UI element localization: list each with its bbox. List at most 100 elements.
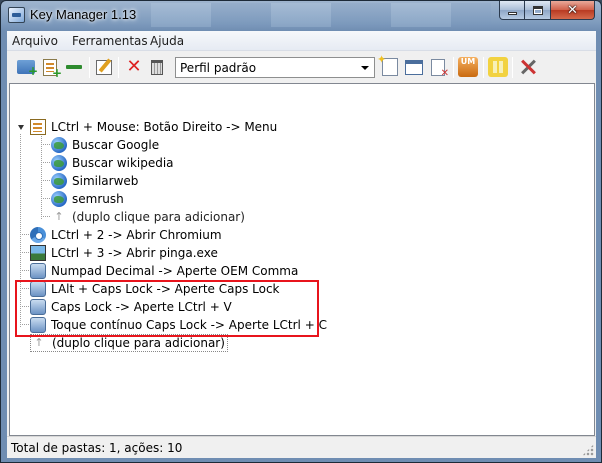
um-button[interactable]: UM <box>457 56 479 78</box>
add-arrow-icon: ↑ <box>34 336 44 349</box>
add-hint-label: (duplo clique para adicionar) <box>52 336 225 350</box>
add-action-button[interactable] <box>39 56 62 80</box>
status-text: Total de pastas: 1, ações: 10 <box>11 441 183 455</box>
toolbar: ✕ Perfil padrão UM <box>7 52 596 83</box>
globe-icon <box>51 137 67 153</box>
folder-add-icon <box>17 60 38 78</box>
globe-icon <box>51 155 67 171</box>
image-icon <box>30 245 46 261</box>
profile-select[interactable]: Perfil padrão <box>175 57 375 78</box>
window-profile-button[interactable] <box>403 56 425 78</box>
actions-tree[interactable]: LCtrl + Mouse: Botão Direito -> Menu Bus… <box>9 83 595 436</box>
menu-bar: Arquivo Ferramentas Ajuda <box>7 31 596 51</box>
tree-child-item[interactable]: semrush <box>51 190 124 208</box>
tree-line <box>20 234 30 235</box>
tree-child-item[interactable]: Buscar wikipedia <box>51 154 174 172</box>
tree-folder-label: LCtrl + Mouse: Botão Direito -> Menu <box>51 120 278 134</box>
doc-add-icon <box>43 58 62 80</box>
resize-grip-icon[interactable] <box>582 444 594 456</box>
tree-line <box>20 134 21 327</box>
app-icon[interactable] <box>8 7 25 23</box>
globe-icon <box>51 191 67 207</box>
remove-profile-button[interactable] <box>427 56 449 79</box>
chromium-icon <box>30 227 46 243</box>
tree-line <box>41 216 51 217</box>
add-folder-button[interactable] <box>15 56 38 78</box>
um-icon: UM <box>458 57 478 77</box>
profile-select-value: Perfil padrão <box>180 60 257 75</box>
script-icon <box>30 119 46 135</box>
tree-child-label: Similarweb <box>72 174 139 188</box>
expand-icon[interactable] <box>18 125 24 130</box>
new-file-icon <box>377 53 398 76</box>
new-profile-button[interactable] <box>377 53 401 78</box>
maximize-icon <box>532 5 543 15</box>
menu-ferramentas[interactable]: Ferramentas <box>72 34 148 48</box>
tree-action-item[interactable]: LCtrl + 3 -> Abrir pinga.exe <box>30 244 218 262</box>
tree-child-label: Buscar Google <box>72 138 160 152</box>
tree-action-item[interactable]: Toque contínuo Caps Lock -> Aperte LCtrl… <box>30 316 327 334</box>
add-hint-label: (duplo clique para adicionar) <box>72 210 245 224</box>
tree-line <box>41 198 51 199</box>
tree-action-label: Toque contínuo Caps Lock -> Aperte LCtrl… <box>51 318 327 332</box>
close-icon: ✕ <box>567 2 578 18</box>
tree-folder[interactable]: LCtrl + Mouse: Botão Direito -> Menu <box>30 118 277 136</box>
key-icon <box>30 263 46 279</box>
remove-icon <box>66 65 82 69</box>
doc-remove-icon <box>431 58 449 79</box>
toolbar-separator <box>118 57 119 78</box>
chevron-down-icon[interactable] <box>357 59 373 76</box>
key-icon <box>30 299 46 315</box>
pause-button[interactable] <box>487 56 509 78</box>
tree-child-item[interactable]: Buscar Google <box>51 136 159 154</box>
tree-action-label: Caps Lock -> Aperte LCtrl + V <box>51 300 232 314</box>
tree-line <box>20 252 30 253</box>
tree-line <box>20 270 30 271</box>
trash-icon <box>151 59 163 75</box>
title-bar-glass <box>151 3 491 27</box>
minimize-button[interactable] <box>499 1 525 20</box>
close-button[interactable]: ✕ <box>551 1 595 20</box>
window-title: Key Manager 1.13 <box>30 7 137 22</box>
settings-button[interactable] <box>517 56 539 78</box>
root-add-placeholder[interactable]: ↑ (duplo clique para adicionar) <box>30 334 228 352</box>
tree-child-label: semrush <box>72 192 124 206</box>
folder-add-placeholder[interactable]: ↑ (duplo clique para adicionar) <box>51 208 245 226</box>
tree-action-label: Numpad Decimal -> Aperte OEM Comma <box>51 264 299 278</box>
tree-action-label: LAlt + Caps Lock -> Aperte Caps Lock <box>51 282 280 296</box>
menu-arquivo[interactable]: Arquivo <box>12 34 58 48</box>
tree-action-label: LCtrl + 2 -> Abrir Chromium <box>51 228 222 242</box>
app-window: Key Manager 1.13 ✕ Arquivo Ferramentas A… <box>0 0 602 463</box>
globe-icon <box>51 173 67 189</box>
toolbar-separator <box>453 57 454 78</box>
window-icon <box>405 59 423 75</box>
delete-icon: ✕ <box>126 56 142 77</box>
title-bar[interactable]: Key Manager 1.13 ✕ <box>1 1 601 31</box>
tree-action-item[interactable]: LCtrl + 2 -> Abrir Chromium <box>30 226 222 244</box>
pause-icon <box>488 57 508 77</box>
tree-line <box>20 288 30 289</box>
toolbar-separator <box>512 57 513 78</box>
add-arrow-icon: ↑ <box>54 210 64 223</box>
tree-child-label: Buscar wikipedia <box>72 156 174 170</box>
client-area: Arquivo Ferramentas Ajuda ✕ Perfil padrã… <box>7 31 596 458</box>
tree-action-label: LCtrl + 3 -> Abrir pinga.exe <box>51 246 218 260</box>
key-icon <box>30 317 46 333</box>
edit-icon <box>96 59 112 75</box>
toolbar-separator <box>89 57 90 78</box>
maximize-button[interactable] <box>525 1 551 20</box>
tree-action-item[interactable]: Numpad Decimal -> Aperte OEM Comma <box>30 262 298 280</box>
window-controls: ✕ <box>499 1 595 20</box>
menu-ajuda[interactable]: Ajuda <box>150 34 184 48</box>
tree-child-item[interactable]: Similarweb <box>51 172 138 190</box>
tree-line <box>41 180 51 181</box>
tree-line <box>41 144 51 145</box>
tree-action-item[interactable]: LAlt + Caps Lock -> Aperte Caps Lock <box>30 280 280 298</box>
edit-button[interactable] <box>93 56 115 78</box>
trash-button[interactable] <box>146 56 168 78</box>
tree-action-item[interactable]: Caps Lock -> Aperte LCtrl + V <box>30 298 232 316</box>
remove-button[interactable] <box>63 56 85 78</box>
tools-icon <box>518 57 538 77</box>
key-icon <box>30 281 46 297</box>
delete-button[interactable]: ✕ <box>123 56 145 78</box>
